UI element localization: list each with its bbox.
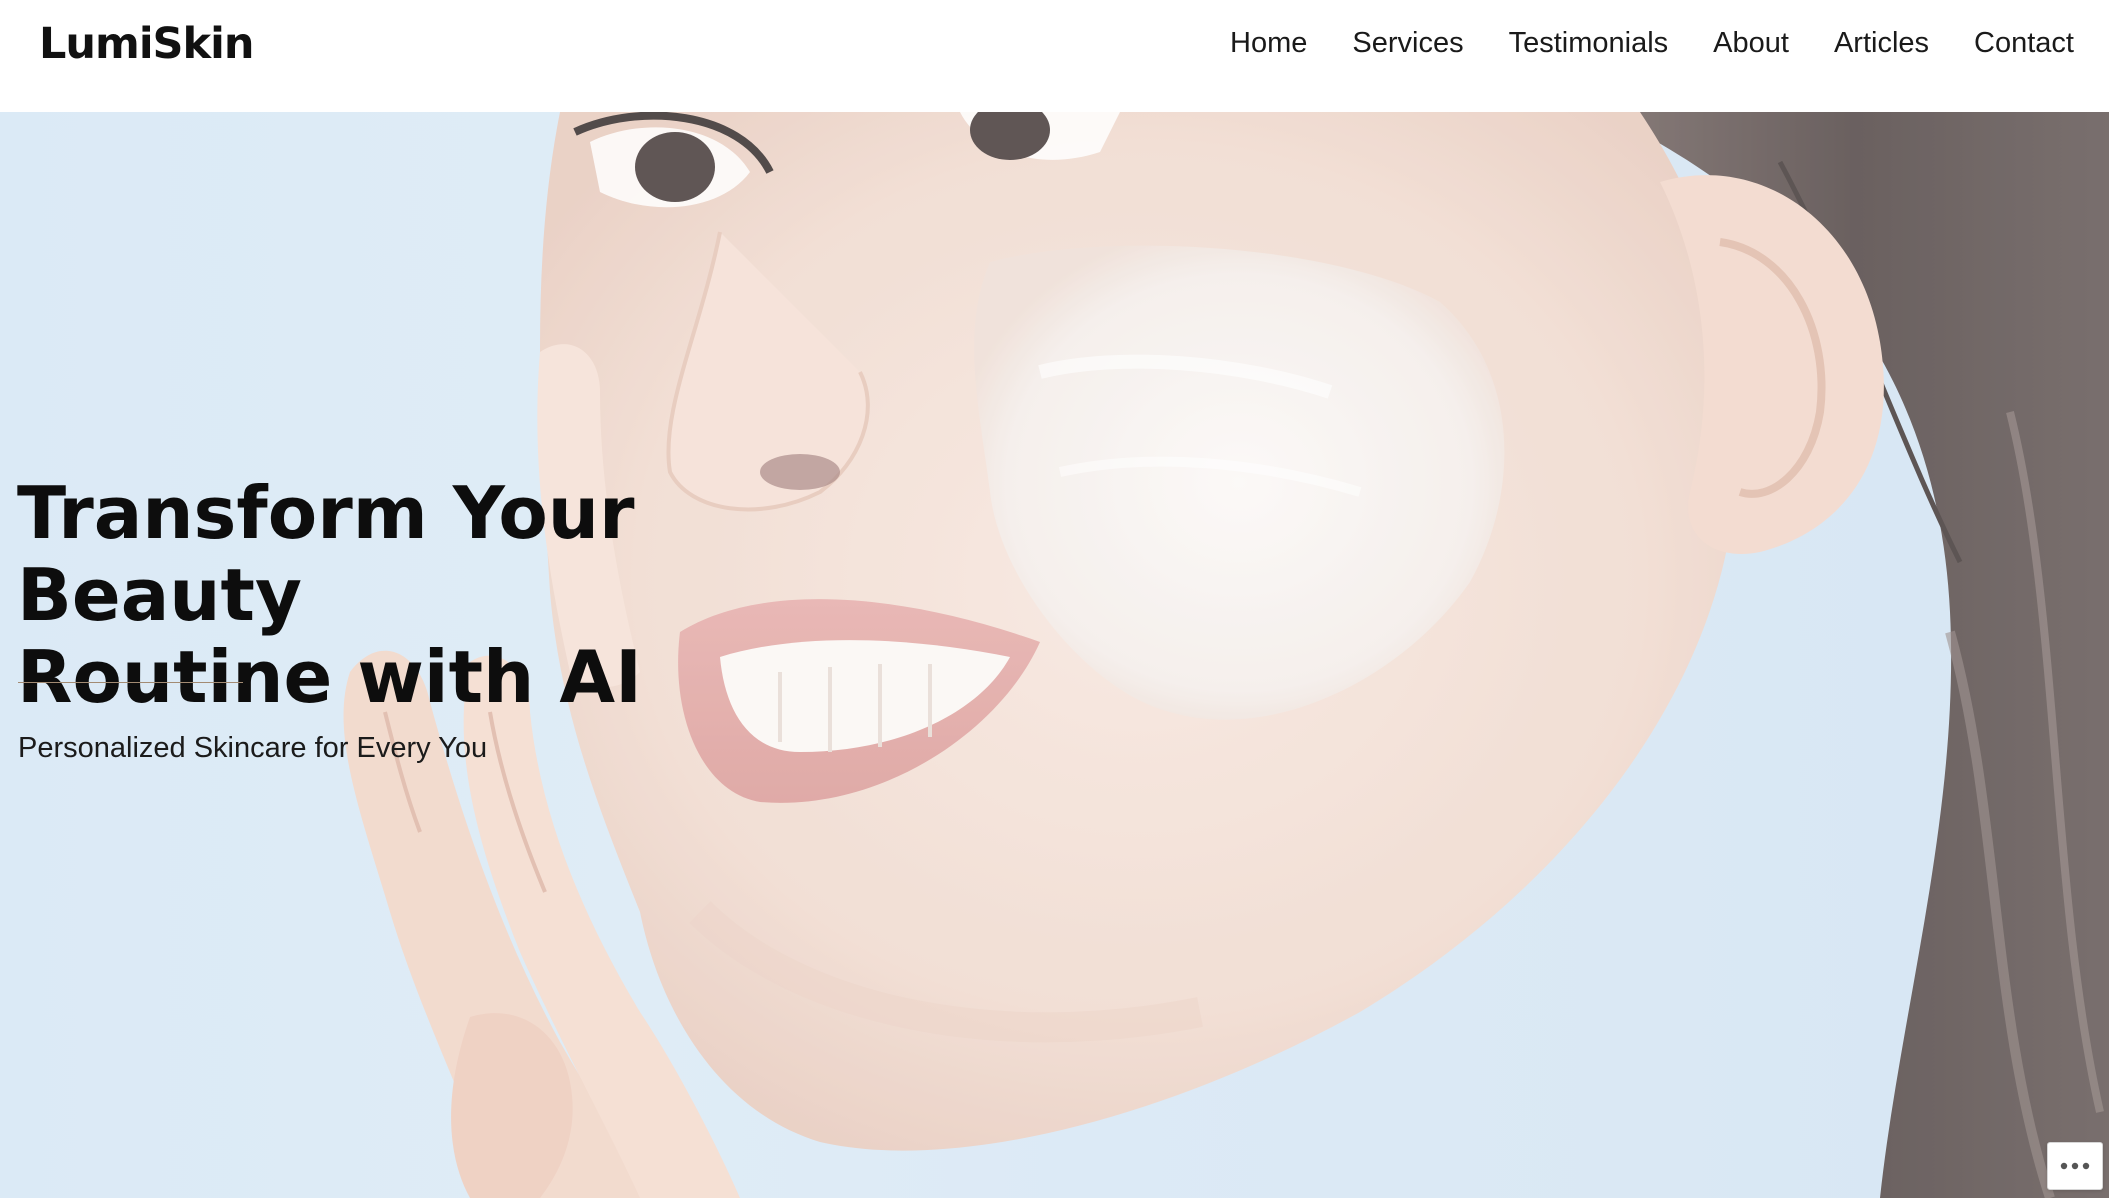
hero-title-line1: Transform Your Beauty	[17, 471, 635, 637]
nav-link-services[interactable]: Services	[1352, 27, 1463, 59]
nav-link-articles[interactable]: Articles	[1834, 27, 1929, 59]
nav-link-about[interactable]: About	[1713, 27, 1789, 59]
page: LumiSkin Home Services Testimonials Abou…	[0, 0, 2109, 1198]
hero-subtitle: Personalized Skincare for Every You	[18, 732, 488, 764]
hero-section: Transform Your Beauty Routine with AI Pe…	[0, 112, 2109, 1198]
site-logo[interactable]: LumiSkin	[39, 14, 254, 74]
ellipsis-icon	[2060, 1162, 2090, 1170]
nav-link-contact[interactable]: Contact	[1974, 27, 2074, 59]
nav-link-testimonials[interactable]: Testimonials	[1509, 27, 1669, 59]
hero-title-line2: Routine with AI	[17, 635, 642, 719]
nav-link-home[interactable]: Home	[1230, 27, 1307, 59]
site-header: LumiSkin Home Services Testimonials Abou…	[0, 0, 2109, 112]
main-nav: Home Services Testimonials About Article…	[1230, 20, 2074, 66]
more-options-button[interactable]	[2047, 1142, 2103, 1190]
hero-divider	[18, 682, 243, 683]
